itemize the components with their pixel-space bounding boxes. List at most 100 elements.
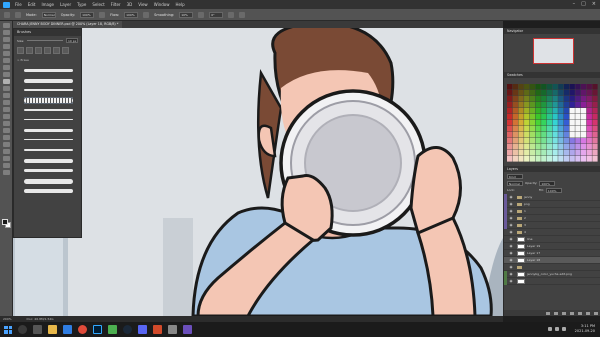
- color-swatch[interactable]: [575, 114, 581, 120]
- crop-tool-icon[interactable]: [2, 51, 10, 56]
- color-swatch[interactable]: [558, 114, 564, 120]
- clock[interactable]: 3:11 PM 2021-09-20: [575, 324, 595, 334]
- color-swatch[interactable]: [580, 90, 587, 96]
- color-swatch[interactable]: [512, 120, 518, 126]
- color-swatch[interactable]: [541, 156, 547, 162]
- layer-row[interactable]: ◉ png: [504, 200, 600, 208]
- color-swatch[interactable]: [580, 126, 587, 132]
- color-swatch[interactable]: [569, 90, 575, 96]
- brush-preset-selected[interactable]: [24, 97, 73, 104]
- color-swatch[interactable]: [507, 132, 513, 138]
- app-icon[interactable]: [108, 325, 117, 334]
- color-swatch[interactable]: [507, 156, 513, 162]
- color-swatch[interactable]: [524, 114, 530, 120]
- color-swatch[interactable]: [552, 108, 558, 114]
- color-swatch[interactable]: [524, 156, 530, 162]
- move-tool-icon[interactable]: [2, 23, 10, 28]
- layer-row[interactable]: ◉ jennybg_color_yucha edit.png: [504, 270, 600, 278]
- color-swatch[interactable]: [586, 126, 592, 132]
- color-swatch[interactable]: [586, 156, 592, 162]
- color-swatch[interactable]: [563, 126, 570, 132]
- color-swatch[interactable]: [524, 138, 530, 144]
- color-swatch[interactable]: [575, 84, 581, 90]
- color-swatch[interactable]: [524, 144, 530, 150]
- type-tool-icon[interactable]: [2, 135, 10, 140]
- document-info[interactable]: Doc: 46.8M/1.54G: [27, 317, 54, 321]
- color-swatch[interactable]: [580, 138, 587, 144]
- color-swatch[interactable]: [535, 90, 541, 96]
- color-swatch[interactable]: [592, 126, 598, 132]
- menu-3d[interactable]: 3D: [127, 2, 133, 7]
- layer-row[interactable]: ◉ line: [504, 236, 600, 243]
- layer-fill-field[interactable]: 100%: [545, 187, 562, 193]
- marquee-tool-icon[interactable]: [2, 30, 10, 35]
- layer-row[interactable]: ◉ 3: [504, 221, 600, 229]
- color-swatch[interactable]: [580, 108, 587, 114]
- color-swatch[interactable]: [592, 84, 598, 90]
- color-swatch[interactable]: [524, 84, 530, 90]
- color-swatch[interactable]: [512, 144, 518, 150]
- color-swatch[interactable]: [529, 96, 536, 102]
- color-swatch[interactable]: [586, 144, 592, 150]
- color-swatch[interactable]: [558, 144, 564, 150]
- brush-preset[interactable]: [24, 187, 73, 194]
- color-swatch[interactable]: [552, 114, 558, 120]
- color-swatch[interactable]: [563, 108, 570, 114]
- color-swatch[interactable]: [552, 144, 558, 150]
- history-brush-tool-icon[interactable]: [2, 93, 10, 98]
- shape-tool-icon[interactable]: [2, 149, 10, 154]
- color-swatch[interactable]: [535, 102, 541, 108]
- color-swatch[interactable]: [541, 132, 547, 138]
- color-swatch[interactable]: [535, 108, 541, 114]
- color-swatch[interactable]: [558, 150, 564, 156]
- task-view-icon[interactable]: [33, 325, 42, 334]
- discord-icon[interactable]: [138, 325, 147, 334]
- blur-tool-icon[interactable]: [2, 114, 10, 119]
- color-swatch[interactable]: [541, 114, 547, 120]
- color-swatch[interactable]: [524, 150, 530, 156]
- layer-row[interactable]: ◉ Layer 17: [504, 250, 600, 257]
- color-swatch[interactable]: [507, 96, 513, 102]
- brush-size-field[interactable]: 10 px: [66, 38, 78, 43]
- color-swatch[interactable]: [563, 96, 570, 102]
- brush-tip-icon[interactable]: [53, 47, 60, 54]
- color-swatch[interactable]: [529, 144, 536, 150]
- menu-select[interactable]: Select: [92, 2, 104, 7]
- color-swatch[interactable]: [546, 114, 553, 120]
- color-swatch[interactable]: [569, 156, 575, 162]
- color-swatch[interactable]: [535, 132, 541, 138]
- color-swatch[interactable]: [541, 108, 547, 114]
- brush-preset[interactable]: [24, 167, 73, 174]
- clone-stamp-tool-icon[interactable]: [2, 86, 10, 91]
- menu-window[interactable]: Window: [154, 2, 170, 7]
- color-swatch[interactable]: [575, 132, 581, 138]
- airbrush-icon[interactable]: [143, 11, 150, 18]
- color-swatch[interactable]: [552, 150, 558, 156]
- color-swatch[interactable]: [552, 90, 558, 96]
- color-swatch[interactable]: [512, 138, 518, 144]
- color-swatch[interactable]: [518, 84, 524, 90]
- color-swatch[interactable]: [546, 84, 553, 90]
- symmetry-icon[interactable]: [239, 11, 246, 18]
- document-tab[interactable]: CHARA JENNY BODY DINNER.psd @ 200% (Laye…: [13, 21, 123, 28]
- menu-image[interactable]: Image: [41, 2, 54, 7]
- color-swatch[interactable]: [592, 132, 598, 138]
- adjustment-icon[interactable]: [570, 311, 574, 315]
- photoshop-icon[interactable]: [93, 325, 102, 334]
- layer-row[interactable]: ◉ Layer 18: [504, 257, 600, 264]
- pressure-size-icon[interactable]: [228, 11, 235, 18]
- visibility-eye-icon[interactable]: ◉: [508, 202, 514, 206]
- color-swatch[interactable]: [541, 144, 547, 150]
- color-swatch[interactable]: [575, 96, 581, 102]
- color-swatch[interactable]: [507, 150, 513, 156]
- smoothing-field[interactable]: 10%: [179, 11, 194, 18]
- color-swatch[interactable]: [592, 156, 598, 162]
- color-swatch[interactable]: [518, 96, 524, 102]
- color-swatch[interactable]: [541, 138, 547, 144]
- color-swatch[interactable]: [535, 84, 541, 90]
- color-swatch[interactable]: [575, 120, 581, 126]
- color-swatch[interactable]: [507, 144, 513, 150]
- brush-preset[interactable]: [24, 157, 73, 164]
- swatch-grid[interactable]: [507, 84, 598, 162]
- angle-field[interactable]: 0°: [209, 11, 224, 18]
